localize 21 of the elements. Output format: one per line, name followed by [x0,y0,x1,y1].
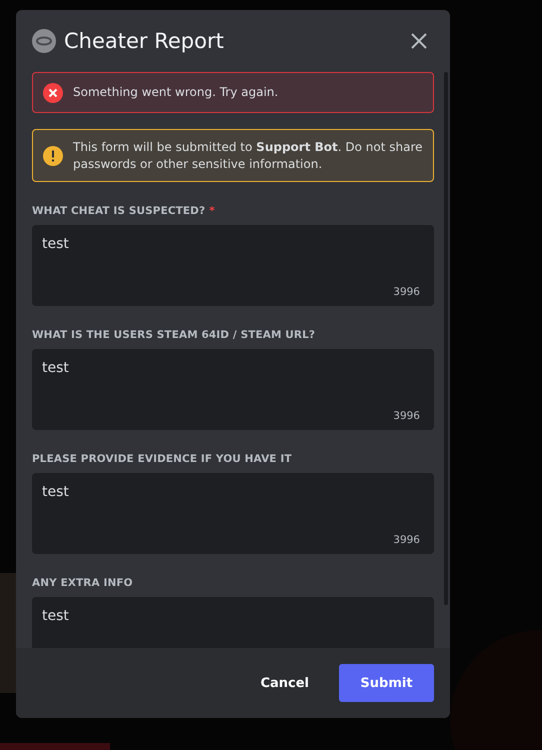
field-label: WHAT IS THE USERS STEAM 64ID / STEAM URL? [32,329,316,341]
field-label: WHAT CHEAT IS SUSPECTED? [32,205,206,217]
submit-button[interactable]: Submit [339,664,434,702]
text-area[interactable]: test 3996 [32,349,434,430]
cancel-button[interactable]: Cancel [246,664,323,702]
text-area[interactable]: test 3996 [32,473,434,554]
dialog-title: Cheater Report [64,29,225,53]
required-mark: * [209,205,215,217]
text-area[interactable]: test 3996 [32,225,434,306]
field-label: PLEASE PROVIDE EVIDENCE IF YOU HAVE IT [32,453,292,465]
error-icon [43,82,63,102]
warning-icon [43,146,63,166]
bot-avatar-icon [32,29,56,53]
error-message: Something went wrong. Try again. [73,84,278,101]
text-area[interactable]: test [32,597,434,648]
character-count: 3996 [393,286,420,298]
field-label: ANY EXTRA INFO [32,577,133,589]
character-count: 3996 [393,534,420,546]
warning-message: This form will be submitted to Support Bot. Do not share passwords or other sensitive information. [73,138,423,172]
close-icon[interactable] [410,32,428,50]
character-count: 3996 [393,410,420,422]
